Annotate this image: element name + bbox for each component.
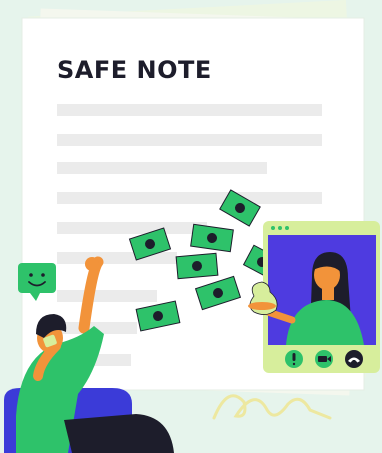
document-text-line	[57, 104, 322, 116]
document-text-line	[57, 290, 157, 302]
video-call-window	[248, 221, 380, 373]
window-dot-icon	[278, 226, 282, 230]
window-dot-icon	[271, 226, 275, 230]
smiley-eye-icon	[41, 273, 45, 277]
window-dot-icon	[285, 226, 289, 230]
smiley-eye-icon	[29, 273, 33, 277]
document-title: SAFE NOTE	[57, 56, 212, 84]
document-text-line	[57, 222, 207, 234]
mic-button[interactable]	[285, 350, 303, 368]
document-text-line	[57, 192, 322, 204]
squiggle-decoration	[212, 394, 332, 420]
banknote-icon	[175, 252, 219, 280]
safe-note-illustration: SAFE NOTE	[0, 0, 382, 453]
microphone-icon	[292, 353, 296, 361]
hangup-button[interactable]	[345, 350, 363, 368]
document-text-line	[57, 134, 322, 146]
video-camera-icon	[318, 356, 327, 362]
document-text-line	[57, 162, 267, 174]
camera-button[interactable]	[315, 350, 333, 368]
document-text-line	[57, 252, 177, 264]
